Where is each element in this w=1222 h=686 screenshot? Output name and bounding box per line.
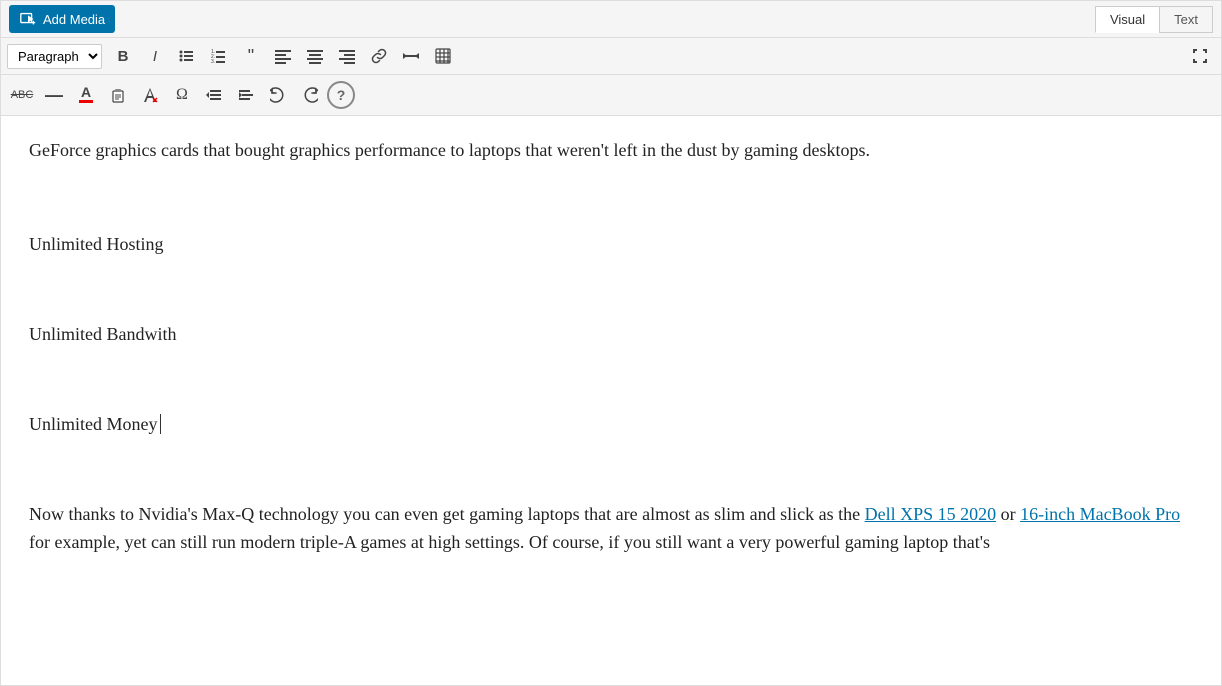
paragraph-geforce: GeForce graphics cards that bought graph… — [29, 136, 1193, 165]
strikethrough-icon: ABC — [11, 89, 34, 101]
horizontal-rule-button[interactable]: — — [39, 81, 69, 109]
clear-format-icon — [142, 87, 158, 103]
redo-button[interactable] — [295, 81, 325, 109]
paste-text-button[interactable] — [103, 81, 133, 109]
svg-text:3.: 3. — [211, 59, 215, 64]
paragraph-space-2 — [29, 273, 1193, 302]
paragraph-space-1 — [29, 183, 1193, 212]
text-color-swatch — [79, 100, 93, 103]
editor-wrapper: Add Media Visual Text Paragraph Heading … — [0, 0, 1222, 686]
heading-unlimited-hosting: Unlimited Hosting — [29, 230, 1193, 259]
link-dell-xps[interactable]: Dell XPS 15 2020 — [865, 504, 997, 524]
align-left-icon — [275, 48, 291, 64]
table-icon — [435, 48, 451, 64]
redo-icon — [302, 87, 318, 103]
heading-unlimited-money: Unlimited Money — [29, 410, 1193, 439]
link-macbook-pro[interactable]: 16-inch MacBook Pro — [1020, 504, 1180, 524]
help-button[interactable]: ? — [327, 81, 355, 109]
view-tabs: Visual Text — [1095, 6, 1213, 33]
clear-format-button[interactable] — [135, 81, 165, 109]
insert-link-button[interactable] — [364, 42, 394, 70]
more-tag-icon — [403, 48, 419, 64]
bold-button[interactable]: B — [108, 42, 138, 70]
strikethrough-button[interactable]: ABC — [7, 81, 37, 109]
text-color-icon: A — [81, 85, 91, 99]
align-center-icon — [307, 48, 323, 64]
table-button[interactable] — [428, 42, 458, 70]
undo-icon — [270, 87, 286, 103]
italic-icon: I — [153, 48, 157, 65]
tab-text[interactable]: Text — [1159, 6, 1213, 33]
omega-icon: Ω — [176, 86, 188, 104]
paragraph-space-4 — [29, 453, 1193, 482]
content-area[interactable]: GeForce graphics cards that bought graph… — [1, 116, 1221, 596]
ordered-list-button[interactable]: 1. 2. 3. — [204, 42, 234, 70]
indent-icon — [238, 87, 254, 103]
toolbar-row-2: ABC — A Ω — [1, 75, 1221, 116]
blockquote-button[interactable]: " — [236, 42, 266, 70]
text-color-button[interactable]: A — [71, 79, 101, 111]
add-media-button[interactable]: Add Media — [9, 5, 115, 33]
italic-button[interactable]: I — [140, 42, 170, 70]
paste-text-icon — [110, 87, 126, 103]
fullscreen-icon — [1192, 48, 1208, 64]
add-media-icon — [19, 10, 37, 28]
top-bar: Add Media Visual Text — [1, 1, 1221, 38]
ordered-list-icon: 1. 2. 3. — [211, 48, 227, 64]
link-icon — [371, 48, 387, 64]
hr-icon: — — [45, 85, 63, 106]
tab-visual[interactable]: Visual — [1095, 6, 1159, 33]
unordered-list-button[interactable] — [172, 42, 202, 70]
align-left-button[interactable] — [268, 42, 298, 70]
add-media-label: Add Media — [43, 12, 105, 27]
paragraph-space-3 — [29, 363, 1193, 392]
outdent-button[interactable] — [199, 81, 229, 109]
help-icon: ? — [337, 87, 346, 103]
align-right-button[interactable] — [332, 42, 362, 70]
fullscreen-button[interactable] — [1185, 42, 1215, 70]
undo-button[interactable] — [263, 81, 293, 109]
bold-icon: B — [118, 48, 129, 65]
paragraph-format-select[interactable]: Paragraph Heading 1 Heading 2 Heading 3 — [7, 44, 102, 69]
align-right-icon — [339, 48, 355, 64]
indent-button[interactable] — [231, 81, 261, 109]
paragraph-nvidia: Now thanks to Nvidia's Max-Q technology … — [29, 500, 1193, 558]
unordered-list-icon — [179, 48, 195, 64]
more-tag-button[interactable] — [396, 42, 426, 70]
align-center-button[interactable] — [300, 42, 330, 70]
special-char-button[interactable]: Ω — [167, 81, 197, 109]
outdent-icon — [206, 87, 222, 103]
heading-unlimited-bandwith: Unlimited Bandwith — [29, 320, 1193, 349]
text-cursor — [160, 414, 161, 434]
blockquote-icon: " — [248, 47, 254, 65]
toolbar-row-1: Paragraph Heading 1 Heading 2 Heading 3 … — [1, 38, 1221, 75]
